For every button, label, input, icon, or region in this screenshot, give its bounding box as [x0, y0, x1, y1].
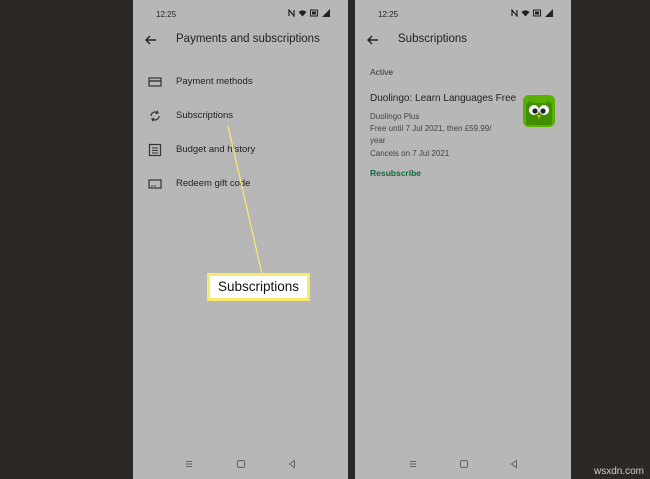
- back-arrow-icon[interactable]: [143, 32, 159, 48]
- subscription-price-cont: year: [370, 136, 386, 145]
- home-nav-icon[interactable]: [458, 457, 470, 469]
- resubscribe-button[interactable]: Resubscribe: [370, 168, 421, 178]
- cellular-icon: [545, 9, 553, 17]
- menu-item-budget-history[interactable]: Budget and history: [133, 134, 348, 168]
- menu-item-label: Payment methods: [176, 76, 253, 87]
- callout-label-subscriptions: Subscriptions: [207, 273, 310, 301]
- cellular-icon: [322, 9, 330, 17]
- sync-icon: [148, 109, 162, 123]
- section-label-active: Active: [370, 67, 394, 77]
- nfc-icon: [288, 9, 295, 17]
- app-bar: Subscriptions: [355, 30, 571, 50]
- phone-screen-payments: 12:25 Payments and subscriptions Payment…: [133, 0, 348, 479]
- menu-item-label: Subscriptions: [176, 110, 234, 121]
- status-bar: 12:25: [355, 9, 571, 22]
- menu-nav-icon[interactable]: [183, 457, 195, 469]
- list-icon: [148, 143, 162, 157]
- battery-icon: [310, 9, 319, 17]
- status-icons: [288, 9, 330, 17]
- watermark: wsxdn.com: [593, 466, 644, 477]
- menu-item-redeem-gift-code[interactable]: Redeem gift code: [133, 168, 348, 202]
- status-time: 12:25: [156, 10, 177, 19]
- page-title: Subscriptions: [398, 33, 468, 45]
- phone-screen-subscriptions: 12:25 Subscriptions Active Duolingo: Lea…: [355, 0, 571, 479]
- nfc-icon: [511, 9, 518, 17]
- menu-nav-icon[interactable]: [407, 457, 419, 469]
- subscription-name: Duolingo: Learn Languages Free: [370, 93, 517, 104]
- page-title: Payments and subscriptions: [176, 33, 320, 45]
- back-nav-icon[interactable]: [508, 457, 520, 469]
- gift-card-icon: [148, 177, 162, 191]
- menu-item-payment-methods[interactable]: Payment methods: [133, 66, 348, 100]
- status-bar: 12:25: [133, 9, 348, 22]
- battery-icon: [533, 9, 542, 17]
- app-bar: Payments and subscriptions: [133, 30, 348, 50]
- system-nav-bar: [133, 457, 348, 471]
- status-icons: [511, 9, 553, 17]
- system-nav-bar: [355, 457, 571, 471]
- menu-item-label: Redeem gift code: [176, 178, 251, 189]
- wifi-icon: [521, 9, 530, 17]
- menu-item-subscriptions[interactable]: Subscriptions: [133, 100, 348, 134]
- subscription-plan: Duolingo Plus: [370, 112, 420, 121]
- subscription-price: Free until 7 Jul 2021, then £59.99/: [370, 124, 492, 133]
- back-arrow-icon[interactable]: [365, 32, 381, 48]
- credit-card-icon: [148, 75, 162, 89]
- wifi-icon: [298, 9, 307, 17]
- payments-menu: Payment methods Subscriptions Budget and…: [133, 66, 348, 202]
- status-time: 12:25: [378, 10, 399, 19]
- menu-item-label: Budget and history: [176, 144, 256, 155]
- back-nav-icon[interactable]: [286, 457, 298, 469]
- duolingo-owl-icon: [523, 95, 555, 127]
- home-nav-icon[interactable]: [235, 457, 247, 469]
- subscription-cancel-note: Cancels on 7 Jul 2021: [370, 149, 450, 158]
